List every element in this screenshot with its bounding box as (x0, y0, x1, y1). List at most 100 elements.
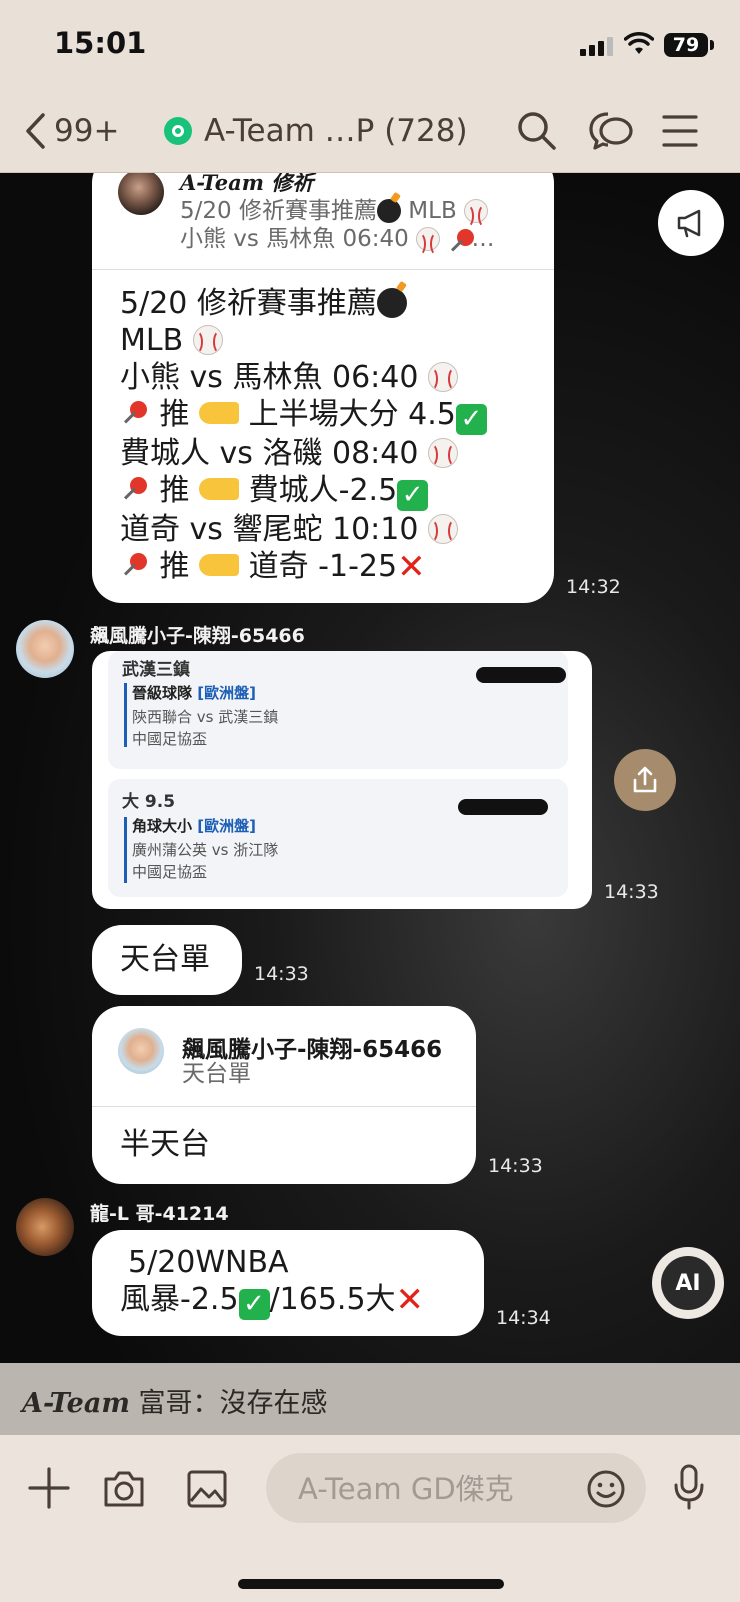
message-bubble[interactable]: 5/20WNBA 風暴-2.5 ✓/165.5大✕ (92, 1230, 484, 1336)
text-line: /165.5大 (269, 1282, 396, 1317)
baseball-icon (416, 227, 441, 256)
chat-header: 99+ A-Team …P (728) (0, 90, 740, 173)
text-line: 推 (159, 397, 190, 432)
bomb-icon (376, 199, 401, 223)
bomb-icon (376, 288, 407, 318)
reply-sender-name: A-Team 修祈 (180, 173, 314, 195)
card-accent-bar (124, 683, 127, 747)
message-bubble[interactable]: A-Team 修祈 5/20 修祈賽事推薦 MLB 小熊 vs 馬林魚 06:4… (92, 173, 554, 603)
message-text: 5/20WNBA 風暴-2.5 ✓/165.5大✕ (120, 1244, 424, 1320)
chat-bubbles-icon[interactable] (588, 110, 634, 152)
pin-icon (120, 399, 150, 429)
message-time: 14:33 (604, 881, 659, 903)
quoted-message-strip[interactable]: A-Team 富哥：沒存在感 (0, 1363, 740, 1435)
redaction-scribble (458, 799, 548, 815)
emoji-icon[interactable] (586, 1469, 626, 1509)
reply-preview[interactable]: A-Team 修祈 5/20 修祈賽事推薦 MLB 小熊 vs 馬林魚 06:4… (92, 173, 554, 270)
sender-name: 飆風騰小子-陳翔-65466 (90, 625, 305, 647)
avatar (118, 173, 164, 215)
image-icon[interactable] (186, 1469, 228, 1509)
message-text: 半天台 (120, 1127, 210, 1162)
text-line: 道奇 vs 響尾蛇 10:10 (120, 512, 419, 547)
baseball-icon (192, 325, 223, 355)
card-title: 武漢三鎮 (122, 660, 190, 680)
reply-line: 5/20 修祈賽事推薦 (180, 198, 377, 224)
announcement-button[interactable] (658, 190, 724, 256)
pointing-hand-icon (199, 478, 240, 500)
plus-icon[interactable] (28, 1467, 70, 1509)
sender-avatar[interactable] (16, 1198, 74, 1256)
camera-icon[interactable] (102, 1469, 146, 1509)
check-icon: ✓ (397, 480, 429, 511)
card-tag: [歐洲盤] (197, 684, 256, 702)
status-time: 15:01 (54, 26, 147, 60)
baseball-icon (428, 362, 458, 392)
quoted-message: A-Team 富哥：沒存在感 (22, 1381, 328, 1420)
message-input[interactable] (266, 1453, 646, 1525)
card-market: 晉級球隊 [歐洲盤] (132, 682, 256, 703)
text-line: 風暴-2.5 (120, 1282, 239, 1317)
sender-avatar[interactable] (16, 620, 74, 678)
check-icon: ✓ (238, 1289, 270, 1320)
text-line: 小熊 vs 馬林魚 06:40 (120, 360, 419, 395)
quoted-name: A-Team (22, 1388, 130, 1419)
card-league: 中國足協盃 (132, 730, 208, 748)
text-line: 道奇 -1-25 (248, 549, 398, 584)
pin-icon (120, 551, 150, 581)
unread-count: 99+ (54, 113, 120, 149)
message-time: 14:34 (496, 1307, 551, 1329)
sender-name: 龍-L 哥-41214 (90, 1203, 229, 1225)
text-line: 5/20 修祈賽事推薦 (120, 286, 377, 321)
megaphone-icon (677, 209, 701, 238)
reply-line: 小熊 vs 馬林魚 06:40 (180, 226, 409, 252)
status-bar: 15:01 79 (0, 0, 740, 90)
message-input-field[interactable] (296, 1453, 570, 1525)
cross-icon: ✕ (395, 1280, 425, 1320)
card-league: 中國足協盃 (132, 863, 208, 881)
text-line: 上半場大分 4.5 (248, 397, 456, 432)
ai-icon: AI (661, 1256, 715, 1310)
search-icon[interactable] (516, 110, 558, 152)
message-text: 天台單 (120, 942, 210, 977)
home-indicator (238, 1579, 504, 1589)
share-button[interactable] (614, 749, 676, 811)
baseball-icon (428, 514, 458, 544)
menu-icon[interactable] (662, 112, 698, 150)
bet-card: 武漢三鎮 晉級球隊 [歐洲盤] 陝西聯合 vs 武漢三鎮 中國足協盃 (108, 651, 568, 769)
reply-text: 天台單 (182, 1061, 251, 1087)
message-bubble[interactable]: 天台單 (92, 925, 242, 995)
quoted-text: 富哥：沒存在感 (138, 1388, 328, 1419)
back-button[interactable]: 99+ (24, 108, 119, 154)
chat-area[interactable]: A-Team 修祈 5/20 修祈賽事推薦 MLB 小熊 vs 馬林魚 06:4… (0, 173, 740, 1363)
battery-icon: 79 (664, 33, 708, 57)
check-icon: ✓ (455, 404, 487, 435)
pin-icon (447, 227, 475, 251)
message-time: 14:33 (254, 963, 309, 985)
signal-icon (580, 37, 613, 56)
reply-preview[interactable]: 飆風騰小子-陳翔-65466 天台單 (92, 1006, 476, 1107)
microphone-icon[interactable] (672, 1463, 706, 1511)
card-match: 陝西聯合 vs 武漢三鎮 (132, 708, 279, 726)
ai-button[interactable]: AI (652, 1247, 724, 1319)
pointing-hand-icon (199, 402, 240, 424)
card-market-label: 晉級球隊 (132, 684, 193, 702)
bet-card: 大 9.5 角球大小 [歐洲盤] 廣州蒲公英 vs 浙江隊 中國足協盃 (108, 779, 568, 897)
baseball-icon (464, 199, 489, 228)
reply-line-tail: MLB (408, 198, 457, 224)
chat-title[interactable]: A-Team …P (728) (164, 108, 468, 154)
message-bubble[interactable]: 飆風騰小子-陳翔-65466 天台單 半天台 (92, 1006, 476, 1184)
text-line: 5/20WNBA (128, 1245, 289, 1280)
pin-icon (120, 475, 150, 505)
chat-title-text: A-Team …P (728) (204, 113, 468, 149)
battery-tip (710, 40, 714, 50)
reply-text-2: 小熊 vs 馬林魚 06:40 … (180, 226, 495, 256)
message-time: 14:32 (566, 576, 621, 598)
text-line: 推 (159, 549, 190, 584)
card-market: 角球大小 [歐洲盤] (132, 815, 256, 836)
message-text: 5/20 修祈賽事推薦 MLB 小熊 vs 馬林魚 06:40 推 上半場大分 … (120, 285, 487, 586)
text-line: MLB (120, 323, 184, 358)
card-title: 大 9.5 (122, 792, 176, 812)
redaction-scribble (476, 667, 566, 683)
image-message[interactable]: 武漢三鎮 晉級球隊 [歐洲盤] 陝西聯合 vs 武漢三鎮 中國足協盃 大 9.5… (92, 651, 592, 909)
card-accent-bar (124, 817, 127, 883)
